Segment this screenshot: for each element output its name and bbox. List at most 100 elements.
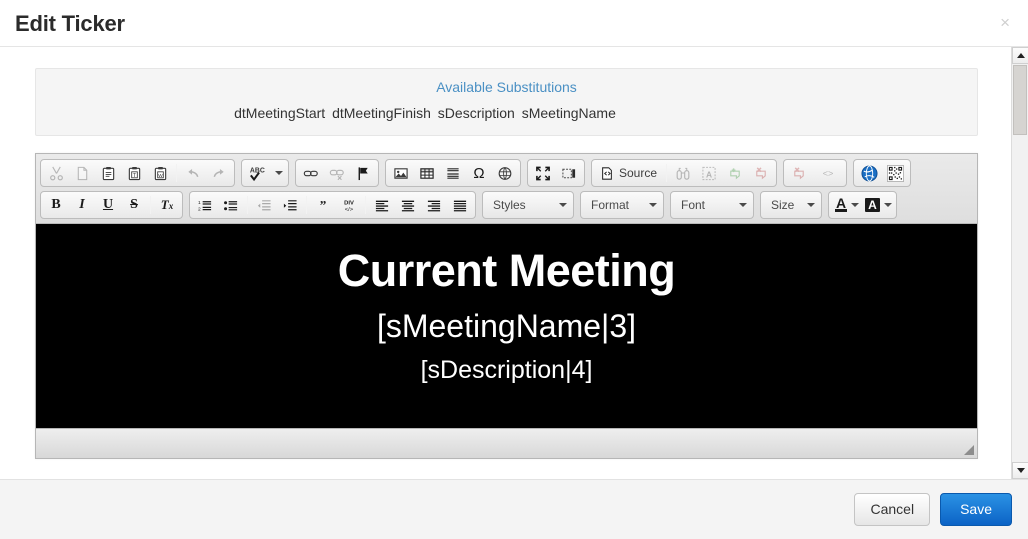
- source-button[interactable]: Source: [594, 161, 663, 185]
- substitution-token[interactable]: sDescription: [438, 105, 515, 121]
- toolbar-group-colors: A A: [828, 191, 897, 219]
- chevron-down-icon: [275, 171, 283, 175]
- toolbar-group-paragraph: 12: [189, 191, 476, 219]
- svg-text:A: A: [706, 169, 712, 179]
- numbered-list-icon[interactable]: 12: [192, 193, 218, 217]
- styles-dropdown[interactable]: Styles: [482, 191, 574, 219]
- align-center-icon[interactable]: [395, 193, 421, 217]
- toolbar-row-2: B I U S: [40, 191, 973, 219]
- horizontal-rule-icon[interactable]: [440, 161, 466, 185]
- chevron-down-icon: [739, 203, 747, 207]
- remove-div-alt-icon[interactable]: [786, 161, 812, 185]
- editor-elements-path: [36, 428, 977, 458]
- size-dropdown[interactable]: Size: [760, 191, 822, 219]
- select-all-icon[interactable]: A: [696, 161, 722, 185]
- cancel-button[interactable]: Cancel: [854, 493, 930, 526]
- dialog-body: Available Substitutions dtMeetingStart d…: [0, 47, 1028, 479]
- anchor-flag-icon[interactable]: [350, 161, 376, 185]
- copy-icon[interactable]: [69, 161, 95, 185]
- create-div-add-icon[interactable]: [722, 161, 748, 185]
- blockquote-icon[interactable]: ”: [310, 193, 336, 217]
- code-brackets-icon[interactable]: <>: [812, 161, 844, 185]
- bold-icon[interactable]: B: [43, 193, 69, 217]
- editor-line-description[interactable]: [sDescription|4]: [50, 353, 963, 387]
- editor-resize-grip[interactable]: [964, 445, 974, 455]
- justify-icon[interactable]: [447, 193, 473, 217]
- vertical-scrollbar[interactable]: [1011, 47, 1028, 479]
- qr-code-icon[interactable]: [882, 161, 908, 185]
- iframe-globe-icon[interactable]: [492, 161, 518, 185]
- substitution-token[interactable]: dtMeetingStart: [234, 105, 325, 121]
- format-dropdown[interactable]: Format: [580, 191, 664, 219]
- remove-format-icon[interactable]: Tx: [154, 193, 180, 217]
- font-dropdown[interactable]: Font: [670, 191, 754, 219]
- svg-text:2: 2: [198, 206, 201, 212]
- editor-content-area[interactable]: Current Meeting [sMeetingName|3] [sDescr…: [36, 224, 977, 428]
- dialog-footer: Cancel Save: [0, 479, 1028, 539]
- increase-indent-icon[interactable]: [277, 193, 303, 217]
- redo-icon[interactable]: [206, 161, 232, 185]
- unlink-icon[interactable]: [324, 161, 350, 185]
- chevron-down-icon: [649, 203, 657, 207]
- substitution-token[interactable]: dtMeetingFinish: [332, 105, 431, 121]
- toolbar-group-document: Source A: [591, 159, 777, 187]
- toolbar-group-extras: [853, 159, 911, 187]
- dialog-header: Edit Ticker ×: [0, 0, 1028, 47]
- remove-div-icon[interactable]: [748, 161, 774, 185]
- paste-as-plain-text-icon[interactable]: T: [121, 161, 147, 185]
- special-character-icon[interactable]: Ω: [466, 161, 492, 185]
- scroll-up-arrow[interactable]: [1012, 47, 1028, 64]
- editor-line-meeting-name[interactable]: [sMeetingName|3]: [50, 305, 963, 347]
- undo-icon[interactable]: [180, 161, 206, 185]
- scroll-down-arrow[interactable]: [1012, 462, 1028, 479]
- align-left-icon[interactable]: [369, 193, 395, 217]
- toolbar-separator: [365, 196, 366, 214]
- chevron-down-icon: [807, 203, 815, 207]
- link-icon[interactable]: [298, 161, 324, 185]
- show-blocks-icon[interactable]: [556, 161, 582, 185]
- toolbar-group-insert: Ω: [385, 159, 521, 187]
- toolbar-group-basicstyles: B I U S: [40, 191, 183, 219]
- rich-text-editor: T W: [35, 153, 978, 459]
- text-color-button[interactable]: A: [831, 193, 861, 217]
- italic-icon[interactable]: I: [69, 193, 95, 217]
- svg-text:1: 1: [198, 200, 201, 206]
- toolbar-separator: [247, 196, 248, 214]
- editor-toolbar: T W: [36, 154, 977, 224]
- editor-line-heading[interactable]: Current Meeting: [50, 244, 963, 297]
- toolbar-group-clipboard: T W: [40, 159, 235, 187]
- chevron-down-icon: [1017, 468, 1025, 473]
- toolbar-row-1: T W: [40, 159, 973, 187]
- strikethrough-icon[interactable]: S: [121, 193, 147, 217]
- image-icon[interactable]: [388, 161, 414, 185]
- maximize-icon[interactable]: [530, 161, 556, 185]
- available-substitutions-panel: Available Substitutions dtMeetingStart d…: [35, 68, 978, 136]
- find-binoculars-icon[interactable]: [670, 161, 696, 185]
- svg-text:T: T: [132, 172, 136, 178]
- spell-check-icon[interactable]: ABC: [244, 161, 286, 185]
- svg-text:</>: </>: [345, 206, 354, 212]
- div-container-icon[interactable]: DIV</>: [336, 193, 362, 217]
- edit-ticker-dialog: Edit Ticker × Available Substitutions dt…: [0, 0, 1028, 539]
- paste-from-word-icon[interactable]: W: [147, 161, 173, 185]
- underline-icon[interactable]: U: [95, 193, 121, 217]
- save-button[interactable]: Save: [940, 493, 1012, 526]
- page-title: Edit Ticker: [15, 11, 125, 37]
- paste-icon[interactable]: [95, 161, 121, 185]
- format-dropdown-label: Format: [591, 198, 629, 212]
- close-icon[interactable]: ×: [996, 12, 1014, 33]
- align-right-icon[interactable]: [421, 193, 447, 217]
- chevron-down-icon: [851, 203, 859, 207]
- background-color-label: A: [865, 198, 880, 212]
- scrollbar-thumb[interactable]: [1013, 65, 1027, 135]
- cut-icon[interactable]: [43, 161, 69, 185]
- bulleted-list-icon[interactable]: [218, 193, 244, 217]
- svg-text:DIV: DIV: [344, 200, 354, 206]
- background-color-button[interactable]: A: [861, 193, 894, 217]
- substitution-token[interactable]: sMeetingName: [522, 105, 616, 121]
- toolbar-group-spellcheck: ABC: [241, 159, 289, 187]
- table-icon[interactable]: [414, 161, 440, 185]
- decrease-indent-icon[interactable]: [251, 193, 277, 217]
- chevron-down-icon: [884, 203, 892, 207]
- globe-blue-icon[interactable]: [856, 161, 882, 185]
